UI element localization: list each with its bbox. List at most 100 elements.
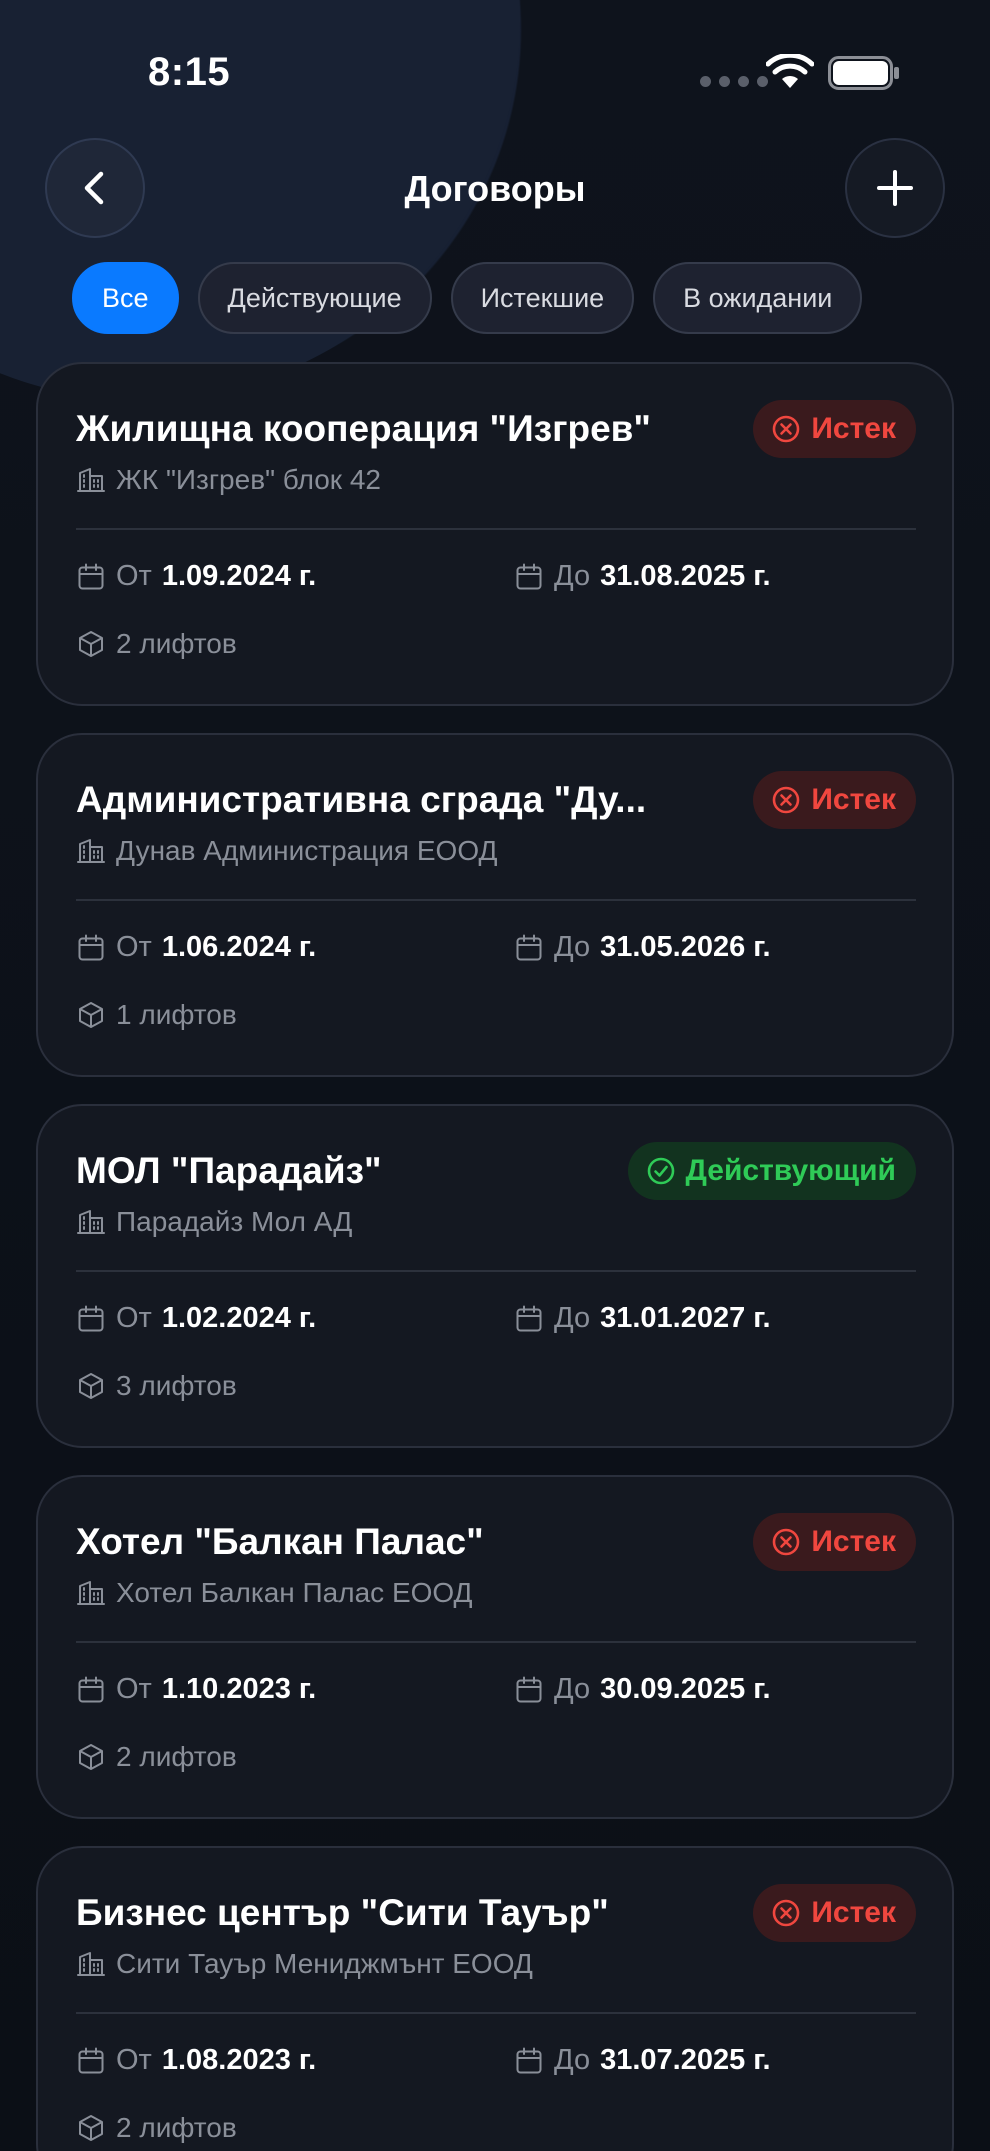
building-icon [77,1581,105,1605]
x-circle-icon [773,1528,800,1556]
start-date-label: От [116,1302,152,1334]
contract-title: Жилищна кооперация "Изгрев" [76,408,651,449]
company-name: Парадайз Мол АД [116,1206,353,1237]
end-date-value: 31.08.2025 г. [600,560,771,592]
end-date: До 31.07.2025 г. [514,2044,771,2077]
lifts-row: 2 лифтов [76,2112,237,2144]
start-date-value: 1.02.2024 г. [161,1302,317,1334]
contract-title: Хотел "Балкан Палас" [76,1521,484,1562]
filter-pending[interactable]: В ожидании [653,262,863,334]
divider [76,1270,916,1272]
filter-active[interactable]: Действующие [197,262,432,334]
status-label: Истек [811,783,896,816]
calendar-icon [78,563,104,589]
divider [76,899,916,901]
add-contract-button[interactable] [845,138,945,238]
end-date-label: До [554,1302,591,1334]
lifts-row: 3 лифтов [76,1370,237,1402]
start-date-label: От [116,2044,152,2076]
calendar-icon [78,1676,104,1702]
status-label: Истек [811,412,896,445]
start-date-value: 1.10.2023 г. [161,1673,317,1705]
start-date-label: От [116,1673,152,1705]
start-date: От 1.09.2024 г. [76,560,316,593]
lifts-row: 1 лифтов [76,999,237,1031]
company-name: ЖК "Изгрев" блок 42 [116,464,381,495]
calendar-icon [516,563,542,589]
contracts-screen: 8:15 Договоры Все Действующие Истекшие В… [0,0,990,2151]
start-date: От 1.08.2023 г. [76,2044,316,2077]
battery-icon [828,56,899,90]
start-date-value: 1.09.2024 г. [161,560,317,592]
start-date-value: 1.06.2024 г. [161,931,317,963]
end-date: До 30.09.2025 г. [514,1673,771,1706]
wifi-icon [766,54,814,88]
filter-all[interactable]: Все [72,262,179,334]
start-date-value: 1.08.2023 г. [161,2044,317,2076]
company-row: Дунав Администрация ЕООД [76,835,497,867]
contract-title: Бизнес център "Сити Тауър" [76,1892,609,1933]
contract-card[interactable]: МОЛ "Парадайз" Действующий Парадайз Мол … [36,1104,954,1448]
status-time: 8:15 [148,50,231,94]
end-date-value: 31.01.2027 г. [600,1302,771,1334]
status-bar: 8:15 [0,0,990,130]
status-badge: Истек [753,400,916,458]
lifts-count: 2 лифтов [116,1741,237,1772]
filter-tabs: Все Действующие Истекшие В ожидании [72,262,863,334]
start-date: От 1.02.2024 г. [76,1302,316,1335]
x-circle-icon [773,1899,800,1927]
filter-expired[interactable]: Истекшие [450,262,635,334]
company-name: Хотел Балкан Палас ЕООД [116,1577,473,1608]
cube-icon [79,1002,103,1028]
status-label: Истек [811,1525,896,1558]
lifts-row: 2 лифтов [76,628,237,660]
start-date: От 1.10.2023 г. [76,1673,316,1706]
x-circle-icon [773,415,800,443]
status-badge: Истек [753,771,916,829]
end-date-value: 30.09.2025 г. [600,1673,771,1705]
building-icon [77,468,105,492]
status-badge: Истек [753,1884,916,1942]
building-icon [77,1210,105,1234]
calendar-icon [516,2047,542,2073]
cube-icon [79,2115,103,2141]
end-date-label: До [554,2044,591,2076]
lifts-count: 2 лифтов [116,628,237,659]
lifts-count: 1 лифтов [116,999,237,1030]
plus-icon [877,170,913,206]
building-icon [77,839,105,863]
status-label: Истек [811,1896,896,1929]
cube-icon [79,1744,103,1770]
lifts-count: 3 лифтов [116,1370,237,1401]
status-label: Действующий [685,1154,896,1187]
company-name: Дунав Администрация ЕООД [116,835,498,866]
status-badge: Действующий [627,1142,916,1200]
cellular-signal-icon [700,76,768,87]
end-date: До 31.05.2026 г. [514,931,771,964]
start-date-label: От [116,931,152,963]
end-date: До 31.01.2027 г. [514,1302,771,1335]
contract-card[interactable]: Жилищна кооперация "Изгрев" Истек ЖК "Из… [36,362,954,706]
status-badge: Истек [753,1513,916,1571]
building-icon [77,1952,105,1976]
divider [76,528,916,530]
end-date-label: До [554,1673,591,1705]
start-date-label: От [116,560,152,592]
contract-title: Административна сграда "Ду... [76,779,647,820]
lifts-count: 2 лифтов [116,2112,237,2143]
company-name: Сити Тауър Мениджмънт ЕООД [116,1948,533,1979]
start-date: От 1.06.2024 г. [76,931,316,964]
company-row: Парадайз Мол АД [76,1206,352,1238]
contract-card[interactable]: Хотел "Балкан Палас" Истек Хотел Балкан … [36,1475,954,1819]
company-row: Сити Тауър Мениджмънт ЕООД [76,1948,533,1980]
company-row: ЖК "Изгрев" блок 42 [76,464,381,496]
end-date: До 31.08.2025 г. [514,560,771,593]
header: Договоры [0,138,990,242]
contract-card[interactable]: Бизнес център "Сити Тауър" Истек Сити Та… [36,1846,954,2151]
divider [76,1641,916,1643]
calendar-icon [78,2047,104,2073]
cube-icon [79,631,103,657]
contract-card[interactable]: Административна сграда "Ду... Истек Дуна… [36,733,954,1077]
calendar-icon [516,1305,542,1331]
end-date-label: До [554,931,591,963]
